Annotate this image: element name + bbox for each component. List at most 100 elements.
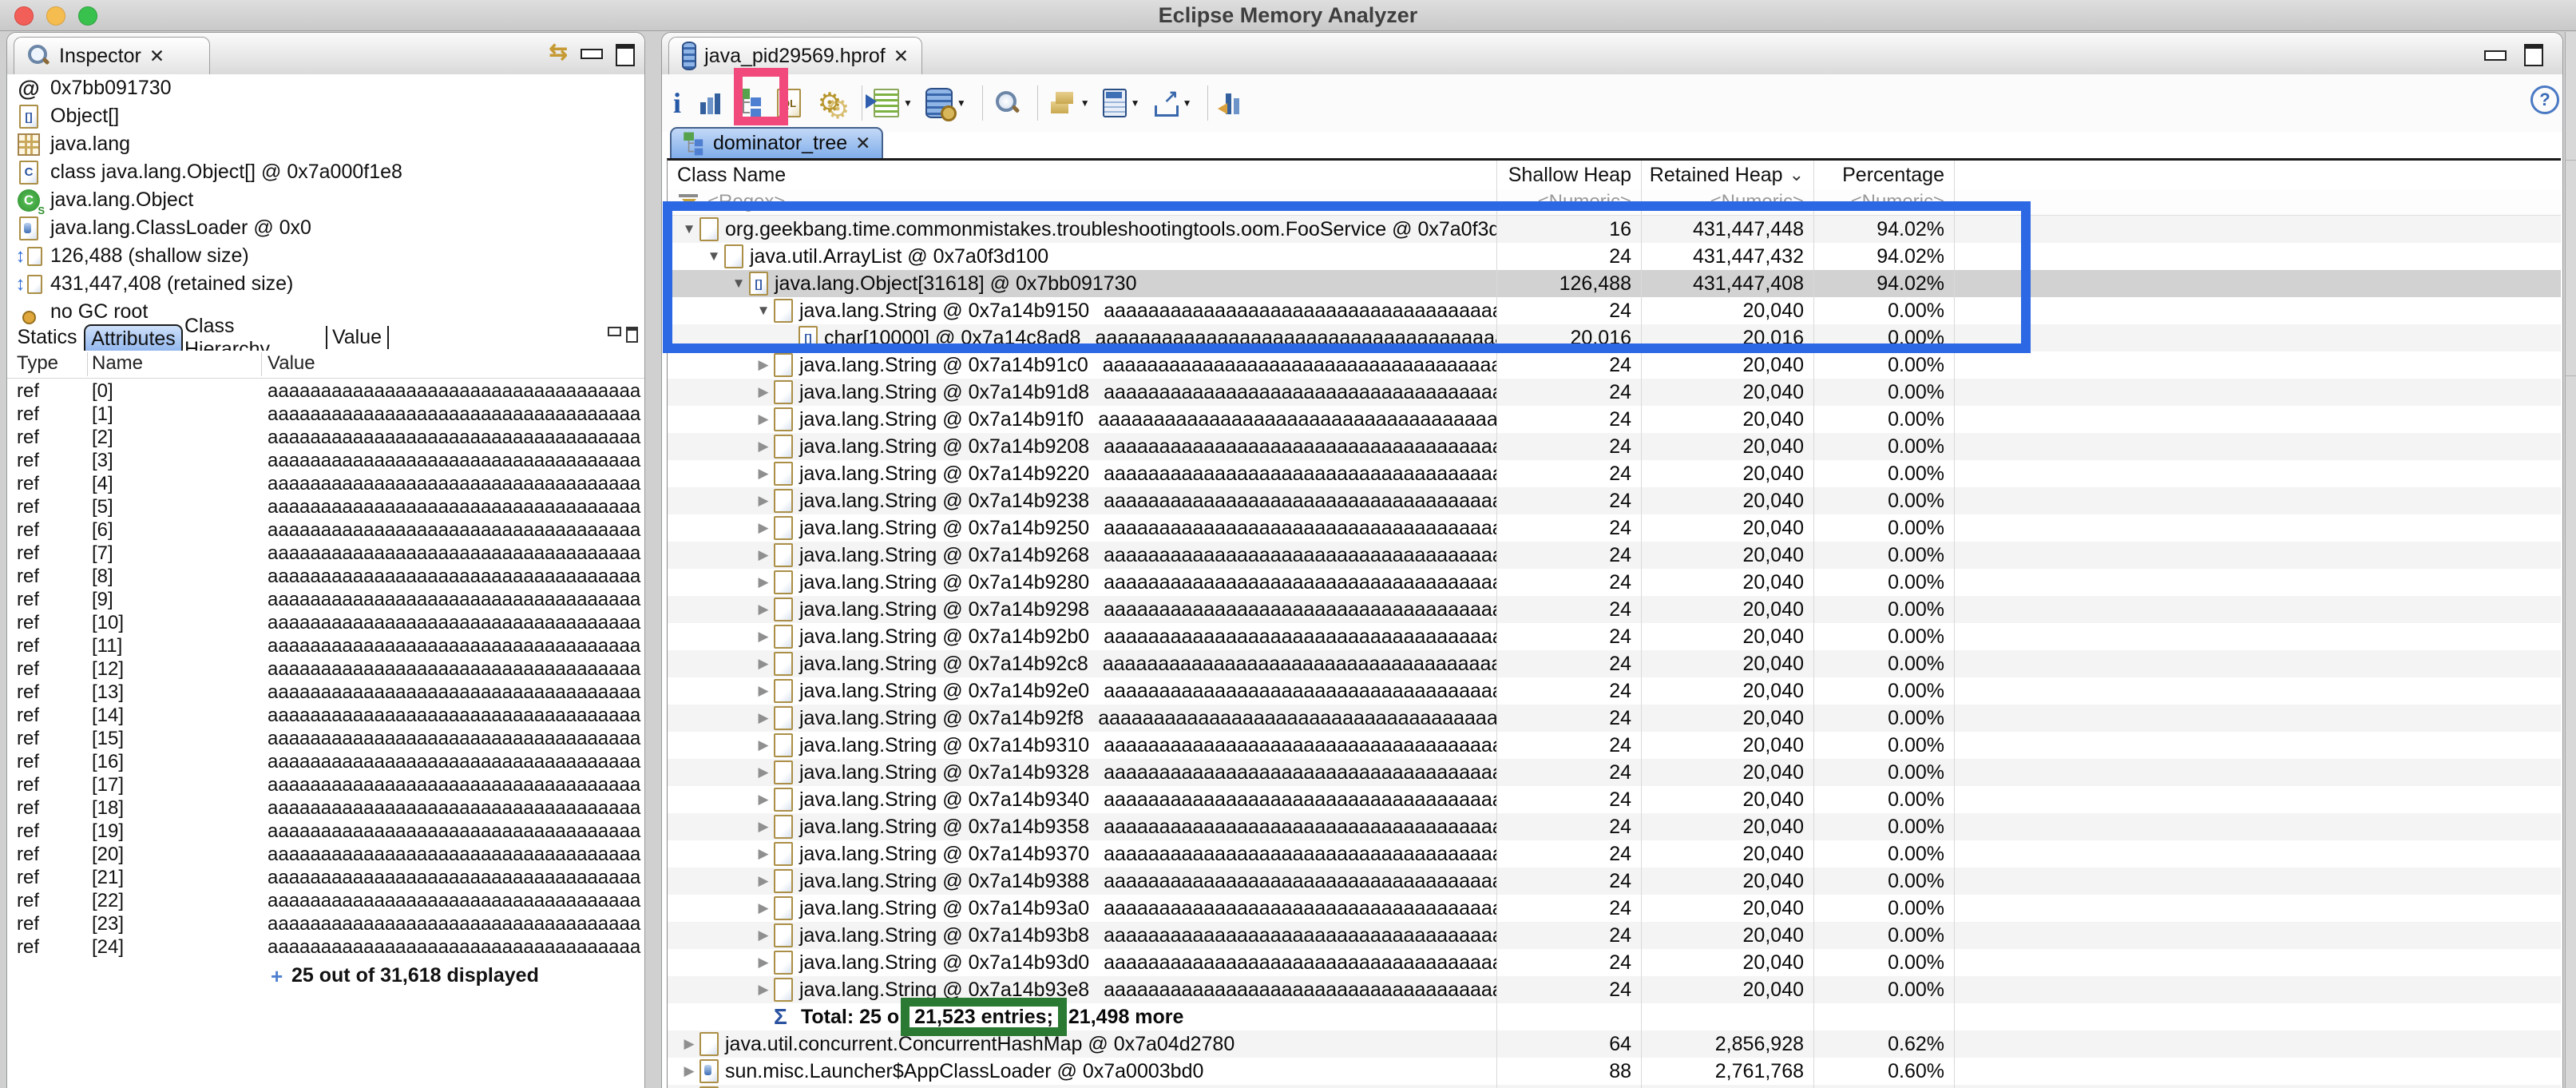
tree-row[interactable]: ▶java.lang.String @ 0x7a14b92c8aaaaaaaaa… <box>668 650 2561 677</box>
tree-row[interactable]: ▶java.lang.String @ 0x7a14b93b8aaaaaaaaa… <box>668 922 2561 949</box>
minimize-view-icon[interactable] <box>581 49 603 59</box>
expand-closed-icon[interactable]: ▶ <box>753 629 774 645</box>
dropdown-arrow-icon[interactable]: ▼ <box>1131 97 1140 109</box>
tree-row[interactable]: ▶java.lang.String @ 0x7a14b9298aaaaaaaaa… <box>668 596 2561 623</box>
expand-closed-icon[interactable]: ▶ <box>753 927 774 943</box>
heap-dump-editor-tab[interactable]: java_pid29569.hprof ✕ <box>668 37 922 74</box>
tree-row[interactable]: ▶java.lang.String @ 0x7a14b9310aaaaaaaaa… <box>668 732 2561 759</box>
expand-closed-icon[interactable]: ▶ <box>753 900 774 916</box>
table-row[interactable]: ref[9]aaaaaaaaaaaaaaaaaaaaaaaaaaaaaaaaaa… <box>7 588 644 611</box>
tab-value[interactable]: Value <box>331 324 382 351</box>
inspector-item[interactable]: []Object[] <box>7 102 644 130</box>
toolbar-calculator-button[interactable]: ▼ <box>1103 89 1140 117</box>
tree-row[interactable]: ▶java.lang.String @ 0x7a14b9220aaaaaaaaa… <box>668 460 2561 487</box>
inspector-item[interactable]: java.lang <box>7 130 644 158</box>
tree-row[interactable]: ▶java.lang.String @ 0x7a14b9340aaaaaaaaa… <box>668 786 2561 813</box>
expand-closed-icon[interactable]: ▶ <box>753 574 774 590</box>
expand-closed-icon[interactable]: ▶ <box>679 1063 699 1079</box>
table-row[interactable]: ref[8]aaaaaaaaaaaaaaaaaaaaaaaaaaaaaaaaaa… <box>7 565 644 588</box>
toolbar-search-button[interactable] <box>994 89 1021 117</box>
expand-closed-icon[interactable]: ▶ <box>753 357 774 373</box>
numeric-filter-input[interactable]: <Numeric> <box>1814 189 1955 215</box>
table-row[interactable]: ref[3]aaaaaaaaaaaaaaaaaaaaaaaaaaaaaaaaaa… <box>7 449 644 472</box>
dropdown-arrow-icon[interactable]: ▼ <box>1080 97 1090 109</box>
expand-closed-icon[interactable]: ▶ <box>753 873 774 889</box>
tree-row[interactable]: ▼java.util.ArrayList @ 0x7a0f3d10024431,… <box>668 243 2561 270</box>
tree-row[interactable]: ▶java.lang.String @ 0x7a14b9250aaaaaaaaa… <box>668 514 2561 542</box>
tree-row[interactable]: ▶java.lang.String @ 0x7a14b9370aaaaaaaaa… <box>668 840 2561 868</box>
tab-statics[interactable]: Statics <box>15 324 79 351</box>
numeric-filter-input[interactable]: <Numeric> <box>1497 189 1642 215</box>
column-value[interactable]: Value <box>268 352 315 375</box>
tree-row[interactable]: ▼[]java.lang.Object[31618] @ 0x7bb091730… <box>668 270 2561 297</box>
table-row[interactable]: ref[17]aaaaaaaaaaaaaaaaaaaaaaaaaaaaaaaaa… <box>7 773 644 796</box>
expand-open-icon[interactable]: ▼ <box>703 248 724 264</box>
inspector-item[interactable]: java.lang.ClassLoader @ 0x0 <box>7 214 644 242</box>
inspector-item[interactable]: ↕126,488 (shallow size) <box>7 242 644 270</box>
maximize-view-icon[interactable] <box>2524 44 2543 66</box>
tree-row[interactable]: ▶ <box>668 1085 2561 1088</box>
column-type[interactable]: Type <box>17 352 58 375</box>
table-row[interactable]: ref[15]aaaaaaaaaaaaaaaaaaaaaaaaaaaaaaaaa… <box>7 727 644 750</box>
toolbar-query-browser-button[interactable]: ▼ <box>874 89 913 117</box>
toolbar-info-button[interactable]: i <box>668 86 686 120</box>
tree-row[interactable]: ΣTotal: 25 o21,523 entries;21,498 more <box>668 1003 2561 1030</box>
help-icon[interactable]: ? <box>2530 85 2559 114</box>
tab-class-hierarchy[interactable]: Class Hierarchy <box>184 324 322 351</box>
table-row[interactable]: ref[13]aaaaaaaaaaaaaaaaaaaaaaaaaaaaaaaaa… <box>7 681 644 704</box>
toolbar-export-button[interactable]: ↗▼ <box>1153 89 1192 117</box>
table-row[interactable]: ref[11]aaaaaaaaaaaaaaaaaaaaaaaaaaaaaaaaa… <box>7 634 644 657</box>
expand-closed-icon[interactable]: ▶ <box>753 656 774 672</box>
dropdown-arrow-icon[interactable]: ▼ <box>903 97 913 109</box>
column-shallow-heap[interactable]: Shallow Heap <box>1497 161 1642 189</box>
tree-row[interactable]: ▶java.lang.String @ 0x7a14b9268aaaaaaaaa… <box>668 542 2561 569</box>
inspector-tab[interactable]: Inspector ✕ <box>14 37 210 74</box>
tree-row[interactable]: ▶java.lang.String @ 0x7a14b9358aaaaaaaaa… <box>668 813 2561 840</box>
expand-closed-icon[interactable]: ▶ <box>753 547 774 563</box>
inspector-item[interactable]: no GC root <box>7 298 644 326</box>
dropdown-arrow-icon[interactable]: ▼ <box>957 97 966 109</box>
column-name[interactable]: Name <box>92 352 143 375</box>
maximize-view-icon[interactable] <box>626 327 638 343</box>
table-row[interactable]: ref[6]aaaaaaaaaaaaaaaaaaaaaaaaaaaaaaaaaa… <box>7 518 644 542</box>
table-row[interactable]: ref[1]aaaaaaaaaaaaaaaaaaaaaaaaaaaaaaaaaa… <box>7 403 644 426</box>
column-retained-heap[interactable]: Retained Heap ⌄ <box>1642 161 1814 189</box>
table-row[interactable]: ref[23]aaaaaaaaaaaaaaaaaaaaaaaaaaaaaaaaa… <box>7 912 644 935</box>
tree-row[interactable]: ▶java.lang.String @ 0x7a14b92f8aaaaaaaaa… <box>668 705 2561 732</box>
restore-view-icon[interactable] <box>608 327 621 336</box>
inspector-item[interactable]: CSjava.lang.Object <box>7 186 644 214</box>
table-row[interactable]: ref[18]aaaaaaaaaaaaaaaaaaaaaaaaaaaaaaaaa… <box>7 796 644 820</box>
expand-closed-icon[interactable]: ▶ <box>753 683 774 699</box>
expand-closed-icon[interactable]: ▶ <box>753 764 774 780</box>
toolbar-heap-objects-button[interactable]: ▼ <box>925 88 966 118</box>
toolbar-oql-button[interactable]: QL <box>777 89 801 117</box>
dropdown-arrow-icon[interactable]: ▼ <box>1183 97 1192 109</box>
tree-row[interactable]: ▶java.lang.String @ 0x7a14b9208aaaaaaaaa… <box>668 433 2561 460</box>
expand-closed-icon[interactable]: ▶ <box>753 955 774 971</box>
table-row[interactable]: ref[0]aaaaaaaaaaaaaaaaaaaaaaaaaaaaaaaaaa… <box>7 379 644 403</box>
table-row[interactable]: ref[2]aaaaaaaaaaaaaaaaaaaaaaaaaaaaaaaaaa… <box>7 426 644 449</box>
toolbar-grouping-button[interactable]: ▼ <box>1049 90 1090 116</box>
tree-row[interactable]: ▶java.lang.String @ 0x7a14b91c0aaaaaaaaa… <box>668 351 2561 379</box>
expand-closed-icon[interactable]: ▶ <box>753 710 774 726</box>
table-row[interactable]: ref[12]aaaaaaaaaaaaaaaaaaaaaaaaaaaaaaaaa… <box>7 657 644 681</box>
expand-closed-icon[interactable]: ▶ <box>753 737 774 753</box>
tree-row[interactable]: ▶java.lang.String @ 0x7a14b91d8aaaaaaaaa… <box>668 379 2561 406</box>
tree-row[interactable]: ▶java.lang.String @ 0x7a14b9280aaaaaaaaa… <box>668 569 2561 596</box>
tree-row[interactable]: ▶java.lang.String @ 0x7a14b91f0aaaaaaaaa… <box>668 406 2561 433</box>
table-row[interactable]: ref[4]aaaaaaaaaaaaaaaaaaaaaaaaaaaaaaaaaa… <box>7 472 644 495</box>
inspector-item[interactable]: Cclass java.lang.Object[] @ 0x7a000f1e8 <box>7 158 644 186</box>
inspector-item[interactable]: @0x7bb091730 <box>7 74 644 102</box>
table-row[interactable]: ref[14]aaaaaaaaaaaaaaaaaaaaaaaaaaaaaaaaa… <box>7 704 644 727</box>
regex-filter-input[interactable]: <Regex> <box>668 189 1497 215</box>
table-row[interactable]: ref[5]aaaaaaaaaaaaaaaaaaaaaaaaaaaaaaaaaa… <box>7 495 644 518</box>
table-row[interactable]: ref[7]aaaaaaaaaaaaaaaaaaaaaaaaaaaaaaaaaa… <box>7 542 644 565</box>
tree-row[interactable]: ▶java.lang.String @ 0x7a14b93a0aaaaaaaaa… <box>668 895 2561 922</box>
tree-row[interactable]: ▶java.lang.String @ 0x7a14b9388aaaaaaaaa… <box>668 868 2561 895</box>
expand-closed-icon[interactable]: ▶ <box>753 439 774 455</box>
column-class-name[interactable]: Class Name <box>668 161 1497 189</box>
column-percentage[interactable]: Percentage <box>1814 161 1955 189</box>
expand-open-icon[interactable]: ▼ <box>728 276 749 292</box>
toolbar-dominator-tree-button[interactable] <box>735 87 764 119</box>
expand-closed-icon[interactable]: ▶ <box>753 846 774 862</box>
